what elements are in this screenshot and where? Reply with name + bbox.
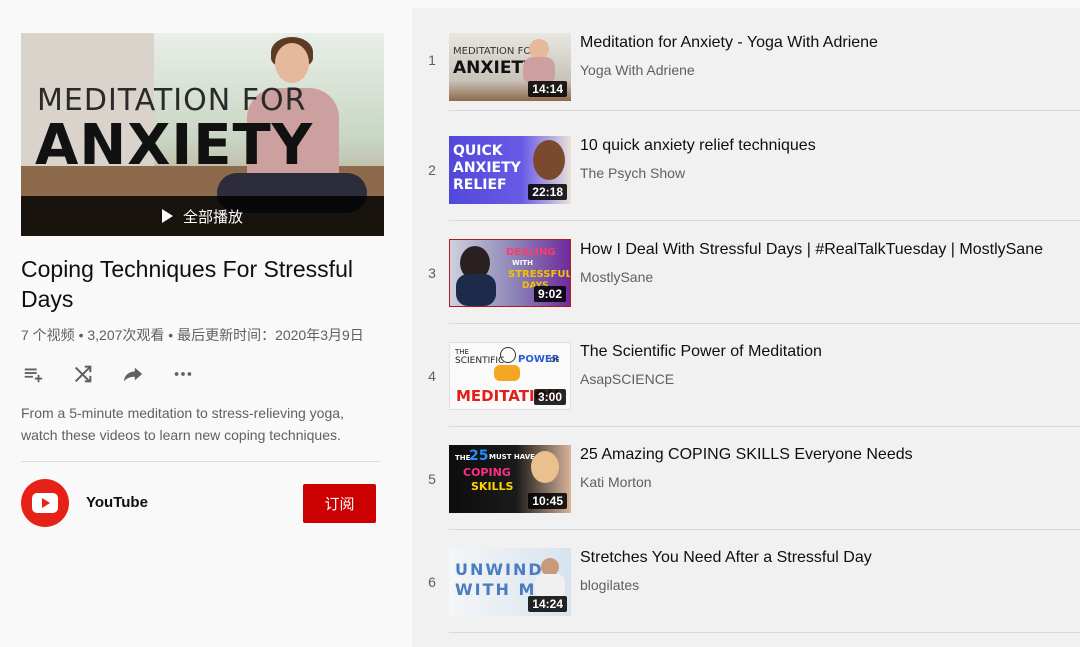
video-title[interactable]: Meditation for Anxiety - Yoga With Adrie… — [580, 34, 878, 52]
playlist-meta: 7 个视频 • 3,207次观看 • 最后更新时间：2020年3月9日 — [21, 327, 364, 343]
video-channel[interactable]: AsapSCIENCE — [580, 371, 674, 387]
playlist-video-row[interactable]: 3 DEALING WITH STRESSFUL DAYS 9:02 How I… — [412, 221, 1080, 324]
playlist-video-row[interactable]: 2 QUICK ANXIETY RELIEF 22:18 10 quick an… — [412, 118, 1080, 221]
video-duration: 9:02 — [533, 286, 566, 302]
video-thumbnail[interactable]: UNWIND WITH ME 14:24 — [449, 548, 571, 616]
video-channel[interactable]: MostlySane — [580, 269, 653, 285]
video-title[interactable]: How I Deal With Stressful Days | #RealTa… — [580, 241, 1043, 259]
video-index: 3 — [428, 264, 436, 281]
subscribe-button[interactable]: 订阅 — [303, 484, 376, 523]
video-index: 5 — [428, 470, 436, 487]
row-divider — [449, 110, 1080, 111]
video-channel[interactable]: blogilates — [580, 577, 639, 593]
playlist-title[interactable]: Coping Techniques For Stressful Days — [21, 254, 391, 314]
video-duration: 14:24 — [528, 596, 567, 612]
playlist-description: From a 5-minute meditation to stress-rel… — [21, 405, 344, 443]
playlist-actions — [21, 362, 195, 386]
share-icon[interactable] — [121, 362, 145, 386]
video-index: 6 — [428, 573, 436, 590]
more-icon[interactable] — [171, 362, 195, 386]
video-index: 1 — [428, 51, 436, 68]
person-head — [275, 43, 309, 83]
video-title[interactable]: 25 Amazing COPING SKILLS Everyone Needs — [580, 446, 913, 464]
video-title[interactable]: 10 quick anxiety relief techniques — [580, 137, 816, 155]
video-thumbnail[interactable]: THE 25 MUST HAVE COPING SKILLS 10:45 — [449, 445, 571, 513]
row-divider — [449, 632, 1080, 633]
video-duration: 14:14 — [528, 81, 567, 97]
video-duration: 10:45 — [528, 493, 567, 509]
video-index: 2 — [428, 161, 436, 178]
playlist-video-row[interactable]: 1 MEDITATION FOR ANXIETY 14:14 Meditatio… — [412, 8, 1080, 111]
play-all-button[interactable]: 全部播放 — [21, 196, 384, 236]
play-icon — [161, 209, 173, 223]
channel-avatar[interactable] — [21, 479, 69, 527]
playlist-thumbnail[interactable]: MEDITATION FOR ANXIETY 全部播放 — [21, 33, 384, 236]
video-channel[interactable]: The Psych Show — [580, 165, 685, 181]
channel-name[interactable]: YouTube — [86, 494, 148, 511]
video-title[interactable]: The Scientific Power of Meditation — [580, 343, 822, 361]
playlist-video-row[interactable]: 4 THE SCIENTIFIC POWER OF MEDITATION 3:0… — [412, 324, 1080, 427]
divider — [21, 461, 380, 462]
playlist-video-row[interactable]: 6 UNWIND WITH ME 14:24 Stretches You Nee… — [412, 530, 1080, 633]
video-thumbnail[interactable]: QUICK ANXIETY RELIEF 22:18 — [449, 136, 571, 204]
playlist-video-list: 1 MEDITATION FOR ANXIETY 14:14 Meditatio… — [412, 8, 1080, 647]
video-thumbnail[interactable]: MEDITATION FOR ANXIETY 14:14 — [449, 33, 571, 101]
video-index: 4 — [428, 367, 436, 384]
video-channel[interactable]: Yoga With Adriene — [580, 62, 695, 78]
video-channel[interactable]: Kati Morton — [580, 474, 652, 490]
playlist-video-row[interactable]: 5 THE 25 MUST HAVE COPING SKILLS 10:45 2… — [412, 427, 1080, 530]
video-duration: 22:18 — [528, 184, 567, 200]
video-duration: 3:00 — [533, 389, 566, 405]
video-thumbnail[interactable]: THE SCIENTIFIC POWER OF MEDITATION 3:00 — [449, 342, 571, 410]
video-thumbnail[interactable]: DEALING WITH STRESSFUL DAYS 9:02 — [449, 239, 571, 307]
playlist-sidebar: MEDITATION FOR ANXIETY 全部播放 Coping Techn… — [0, 0, 412, 647]
play-all-label: 全部播放 — [182, 208, 243, 226]
add-to-queue-icon[interactable] — [21, 362, 45, 386]
youtube-logo-icon — [32, 493, 58, 513]
shuffle-icon[interactable] — [71, 362, 95, 386]
video-title[interactable]: Stretches You Need After a Stressful Day — [580, 549, 872, 567]
thumbnail-title-line2: ANXIETY — [35, 113, 314, 178]
